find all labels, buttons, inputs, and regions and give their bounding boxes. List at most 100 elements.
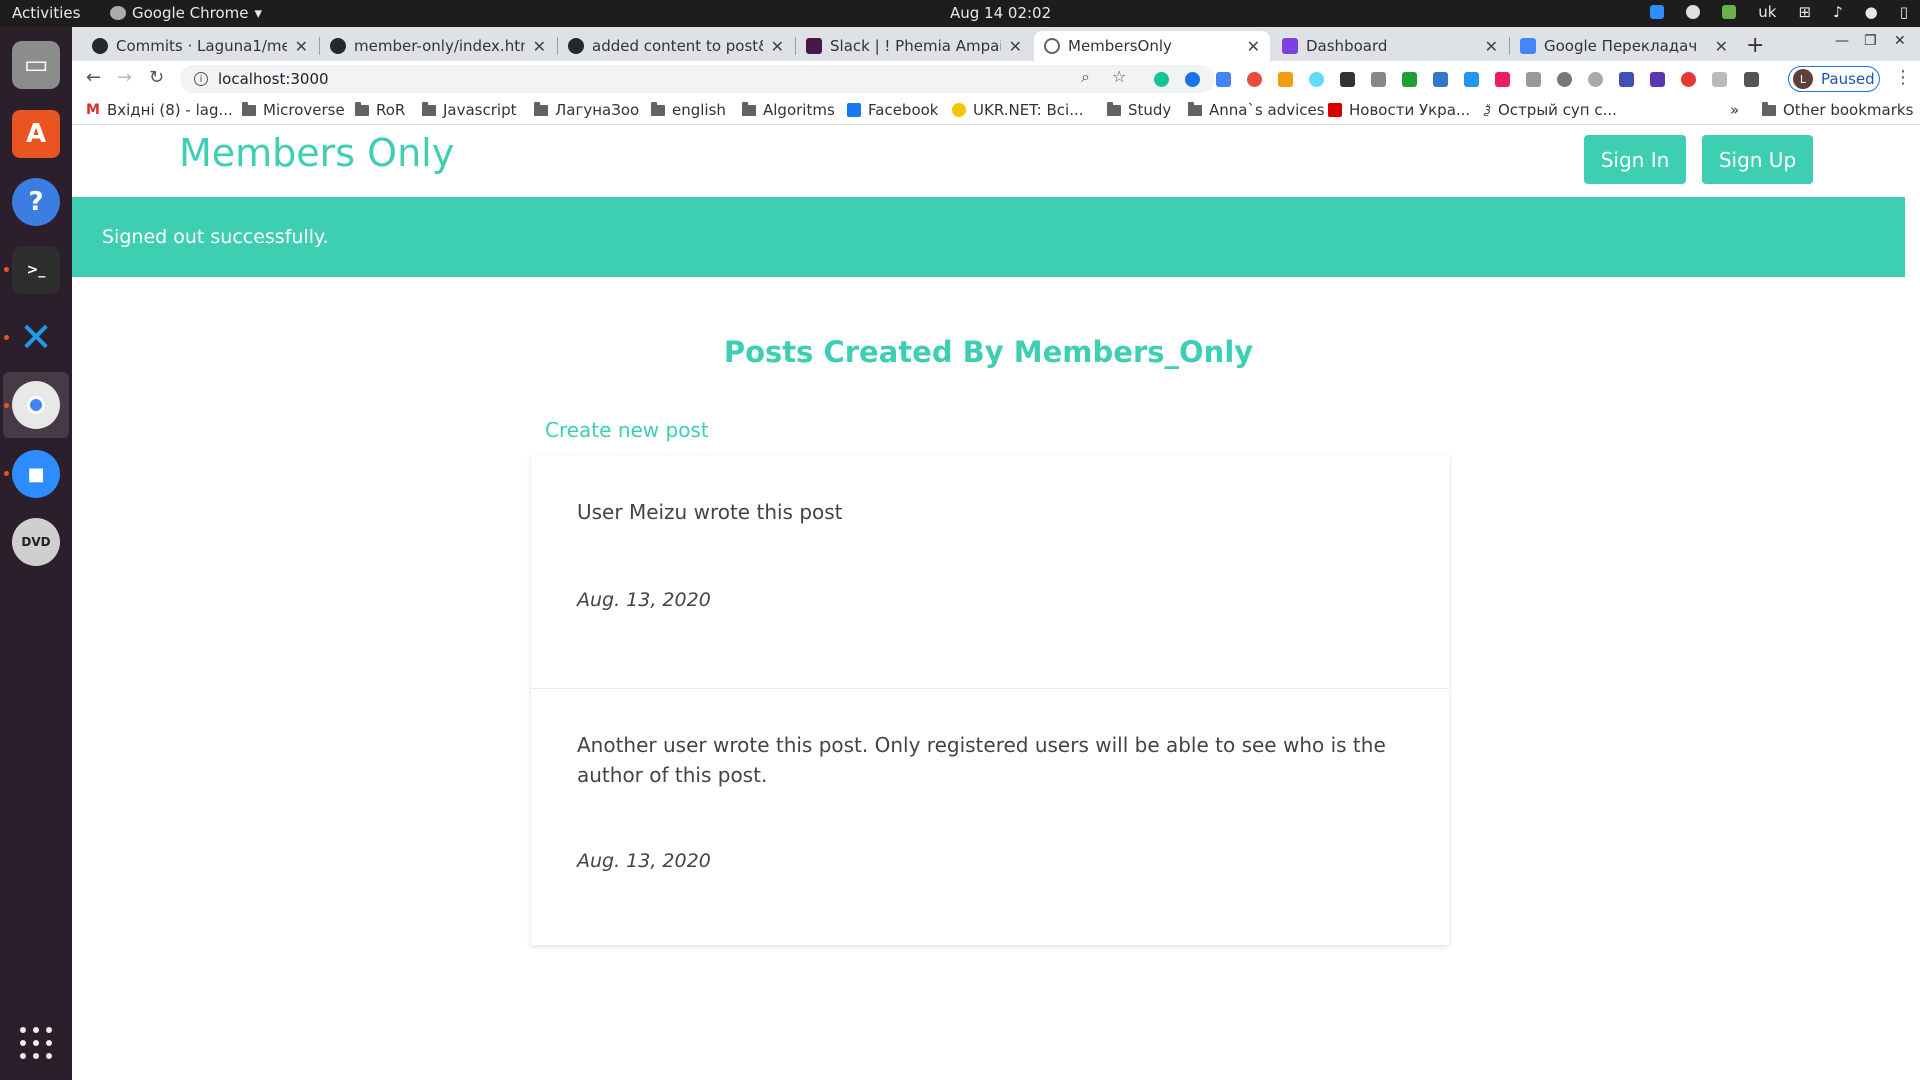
facebook-icon — [847, 103, 861, 117]
camera-icon[interactable] — [1371, 72, 1386, 87]
tab-index-html[interactable]: member-only/index.html ✕ — [320, 31, 556, 61]
keyboard-layout[interactable]: uk — [1758, 3, 1776, 21]
translate-extension-icon[interactable] — [1216, 72, 1231, 87]
chrome-tray-icon[interactable] — [1686, 5, 1701, 19]
extension-icon[interactable] — [1712, 72, 1727, 87]
bookmark-algoritms[interactable]: Algoritms — [742, 101, 835, 119]
grammarly-icon[interactable] — [1154, 72, 1169, 87]
tab-dashboard[interactable]: Dashboard ✕ — [1272, 31, 1508, 61]
bookmark-label: Other bookmarks — [1783, 101, 1914, 119]
zoom-icon[interactable]: ⌕ — [1081, 67, 1090, 87]
address-bar[interactable]: i localhost:3000 — [180, 65, 1215, 93]
close-icon[interactable]: ✕ — [1715, 37, 1728, 56]
other-bookmarks[interactable]: Other bookmarks — [1762, 101, 1913, 119]
brand-logo[interactable]: Members Only — [179, 131, 454, 175]
extension-icon[interactable] — [1402, 72, 1417, 87]
tab-added-content[interactable]: added content to post& ✕ — [558, 31, 794, 61]
bookmark-microverse[interactable]: Microverse — [242, 101, 345, 119]
bookmark-soup[interactable]: Ѯ Острый суп с... — [1484, 101, 1617, 119]
menu-icon[interactable]: ⋮ — [1894, 67, 1912, 88]
bookmark-gmail[interactable]: M Вхідні (8) - lag... — [86, 101, 233, 119]
zoom-tray-icon[interactable] — [1650, 5, 1665, 19]
bookmark-lagunazoo[interactable]: ЛагунаЗоо — [534, 101, 639, 119]
tab-commits[interactable]: Commits · Laguna1/mem ✕ — [82, 31, 318, 61]
bookmark-news[interactable]: Новости Укра... — [1328, 101, 1470, 119]
flash-notice: Signed out successfully. — [72, 197, 1905, 277]
battery-icon[interactable]: ▯ — [1900, 3, 1908, 21]
terminal-icon[interactable]: >_ — [12, 246, 60, 294]
close-window-icon[interactable]: ✕ — [1894, 33, 1906, 49]
bookmark-label: Новости Укра... — [1349, 101, 1471, 119]
clock[interactable]: Aug 14 02:02 — [950, 4, 1051, 22]
vscode-icon[interactable]: ✕ — [12, 314, 60, 362]
bookmark-label: english — [672, 101, 726, 119]
tab-google-translate[interactable]: Google Перекладач ✕ — [1510, 31, 1738, 61]
extension-icon[interactable] — [1185, 72, 1200, 87]
new-tab-button[interactable]: + — [1746, 33, 1764, 58]
close-icon[interactable]: ✕ — [771, 37, 784, 56]
zoom-icon[interactable]: ■ — [12, 450, 60, 498]
create-post-link[interactable]: Create new post — [545, 418, 709, 442]
microphone-icon[interactable]: ● — [1865, 3, 1878, 21]
bookmark-star-icon[interactable]: ☆ — [1112, 67, 1126, 86]
forward-icon[interactable]: → — [117, 67, 132, 88]
extension-icon[interactable] — [1650, 72, 1665, 87]
bookmark-javascript[interactable]: Javascript — [422, 101, 516, 119]
activities-button[interactable]: Activities — [12, 4, 80, 22]
bookmark-annas-advices[interactable]: Anna`s advices — [1188, 101, 1325, 119]
extension-icon[interactable] — [1619, 72, 1634, 87]
bookmark-facebook[interactable]: Facebook — [847, 101, 938, 119]
volume-icon[interactable]: ♪ — [1833, 3, 1843, 21]
post-date: Aug. 13, 2020 — [577, 589, 711, 611]
soup-icon: Ѯ — [1484, 103, 1491, 117]
profile-button[interactable]: L Paused — [1788, 66, 1880, 92]
bug-icon[interactable] — [1557, 72, 1572, 87]
show-applications-icon[interactable] — [20, 1027, 52, 1059]
tab-membersonly[interactable]: MembersOnly ✕ — [1034, 31, 1270, 61]
url-text[interactable]: localhost:3000 — [218, 70, 329, 88]
extension-icon[interactable] — [1278, 72, 1293, 87]
bookmark-ukrnet[interactable]: UKR.NET: Всі... — [952, 101, 1084, 119]
site-info-icon[interactable]: i — [194, 72, 208, 86]
close-icon[interactable]: ✕ — [1485, 37, 1498, 56]
extension-icon[interactable] — [1681, 72, 1696, 87]
back-icon[interactable]: ← — [86, 67, 101, 88]
tab-title: Slack | ! Phemia Ampaire — [830, 37, 1001, 55]
extension-icon[interactable] — [1526, 72, 1541, 87]
flash-message: Signed out successfully. — [102, 226, 329, 248]
sign-in-button[interactable]: Sign In — [1584, 135, 1686, 184]
reload-icon[interactable]: ↻ — [149, 67, 164, 88]
restore-icon[interactable]: ❐ — [1864, 33, 1877, 49]
extension-icon[interactable] — [1340, 72, 1355, 87]
files-icon[interactable]: ▭ — [12, 41, 60, 89]
site-header: Members Only Sign In Sign Up — [72, 125, 1920, 197]
shield-tray-icon[interactable] — [1722, 5, 1737, 19]
bookmark-ror[interactable]: RoR — [355, 101, 405, 119]
minimize-icon[interactable]: — — [1835, 33, 1849, 49]
download-icon[interactable] — [1464, 72, 1479, 87]
react-icon[interactable] — [1309, 72, 1324, 87]
bookmark-study[interactable]: Study — [1107, 101, 1171, 119]
gmail-icon: M — [86, 102, 100, 118]
puzzle-icon[interactable] — [1744, 72, 1759, 87]
extension-icon[interactable] — [1495, 72, 1510, 87]
tab-slack[interactable]: Slack | ! Phemia Ampaire ✕ — [796, 31, 1032, 61]
bookmarks-overflow-button[interactable]: » — [1730, 101, 1739, 119]
network-icon[interactable]: ⊞ — [1798, 3, 1811, 21]
sign-up-button[interactable]: Sign Up — [1702, 135, 1813, 184]
close-icon[interactable]: ✕ — [1247, 37, 1260, 56]
bookmark-label: Facebook — [868, 101, 939, 119]
close-icon[interactable]: ✕ — [1009, 37, 1022, 56]
close-icon[interactable]: ✕ — [295, 37, 308, 56]
app-menu[interactable]: Google Chrome ▾ — [110, 4, 262, 22]
chrome-icon[interactable] — [12, 381, 60, 429]
close-icon[interactable]: ✕ — [533, 37, 546, 56]
dvd-icon[interactable]: DVD — [12, 518, 60, 566]
software-icon[interactable]: A — [12, 110, 60, 158]
colorpicker-icon[interactable] — [1247, 72, 1262, 87]
bookmark-english[interactable]: english — [651, 101, 726, 119]
app-menu-label: Google Chrome — [132, 4, 249, 22]
typescript-icon[interactable] — [1433, 72, 1448, 87]
help-icon[interactable]: ? — [12, 178, 60, 226]
gear-extension-icon[interactable] — [1588, 72, 1603, 87]
